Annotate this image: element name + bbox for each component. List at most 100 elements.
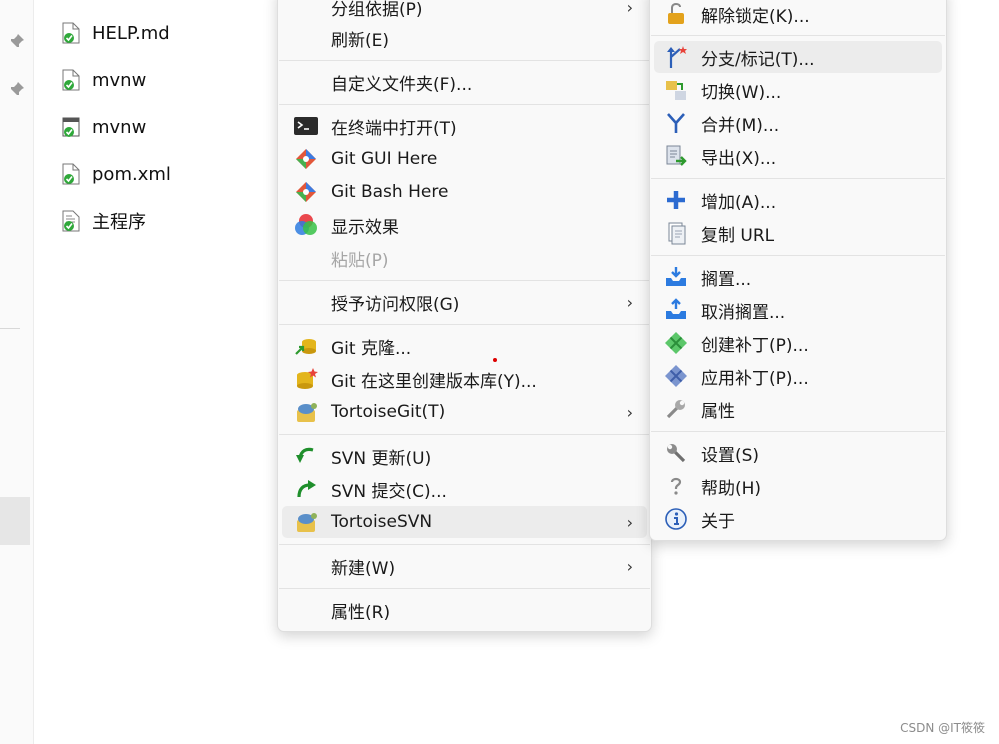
submenu-item-branch-tag[interactable]: 分支/标记(T)... [654, 41, 942, 73]
file-item[interactable]: mvnw [62, 67, 146, 93]
menu-item-label: SVN 更新(U) [331, 448, 432, 469]
help-icon [664, 474, 688, 498]
menu-item-git-clone[interactable]: Git 克隆... [282, 330, 647, 362]
file-icon [62, 69, 80, 91]
document-file-icon [62, 210, 80, 232]
menu-item-group-by[interactable]: 分组依据(P) › [282, 0, 647, 23]
copy-url-icon [664, 221, 688, 245]
menu-item-label: SVN 提交(C)... [331, 481, 447, 502]
menu-item-label: Git 在这里创建版本库(Y)... [331, 371, 537, 392]
menu-item-label: 分组依据(P) [331, 0, 423, 20]
menu-item-grant-access[interactable]: 授予访问权限(G) › [282, 286, 647, 318]
unlock-icon [664, 2, 688, 26]
submenu-item-create-patch[interactable]: 创建补丁(P)... [654, 327, 942, 359]
navigation-pane [0, 0, 34, 744]
git-clone-icon [294, 334, 318, 358]
submenu-item-add[interactable]: 增加(A)... [654, 184, 942, 216]
menu-item-display-effects[interactable]: 显示效果 [282, 209, 647, 241]
menu-separator [279, 324, 650, 325]
menu-item-label: 自定义文件夹(F)... [331, 74, 473, 95]
color-effects-icon [294, 213, 318, 237]
git-icon [294, 180, 318, 204]
file-item[interactable]: 主程序 [62, 208, 146, 234]
menu-separator [279, 588, 650, 589]
settings-wrench-icon [664, 441, 688, 465]
submenu-item-label: 合并(M)... [701, 115, 780, 136]
menu-item-customize-folder[interactable]: 自定义文件夹(F)... [282, 66, 647, 98]
menu-separator [279, 104, 650, 105]
file-name: pom.xml [92, 163, 171, 185]
menu-item-label: 授予访问权限(G) [331, 294, 460, 315]
file-item[interactable]: pom.xml [62, 161, 171, 187]
menu-item-label: TortoiseSVN [331, 512, 433, 532]
menu-item-tortoisegit[interactable]: TortoiseGit(T) › [282, 396, 647, 428]
menu-item-svn-update[interactable]: SVN 更新(U) [282, 440, 647, 472]
menu-item-git-gui[interactable]: Git GUI Here [282, 143, 647, 175]
menu-item-refresh[interactable]: 刷新(E) [282, 22, 647, 54]
merge-icon [664, 111, 688, 135]
file-name: 主程序 [92, 212, 146, 233]
menu-item-open-terminal[interactable]: 在终端中打开(T) [282, 110, 647, 142]
create-patch-icon [664, 331, 688, 355]
tortoisesvn-icon [294, 510, 318, 534]
submenu-item-about[interactable]: 关于 [654, 503, 942, 535]
menu-separator [651, 431, 945, 432]
submenu-item-settings[interactable]: 设置(S) [654, 437, 942, 469]
file-name: mvnw [92, 69, 147, 91]
menu-item-label: 粘贴(P) [331, 250, 389, 271]
submenu-item-apply-patch[interactable]: 应用补丁(P)... [654, 360, 942, 392]
submenu-item-unlock[interactable]: 解除锁定(K)... [654, 0, 942, 30]
menu-separator [279, 544, 650, 545]
submenu-item-export[interactable]: 导出(X)... [654, 140, 942, 172]
submenu-item-label: 搁置... [701, 269, 752, 290]
switch-icon [664, 78, 688, 102]
submenu-item-shelve[interactable]: 搁置... [654, 261, 942, 293]
menu-separator [279, 434, 650, 435]
chevron-right-icon: › [626, 512, 633, 532]
submenu-item-help[interactable]: 帮助(H) [654, 470, 942, 502]
menu-item-properties[interactable]: 属性(R) [282, 594, 647, 626]
submenu-item-label: 取消搁置... [701, 302, 786, 323]
menu-item-tortoisesvn[interactable]: TortoiseSVN › [282, 506, 647, 538]
file-name: HELP.md [92, 22, 170, 44]
submenu-item-properties[interactable]: 属性 [654, 393, 942, 425]
menu-item-new[interactable]: 新建(W) › [282, 550, 647, 582]
submenu-item-label: 解除锁定(K)... [701, 6, 810, 27]
submenu-item-switch[interactable]: 切换(W)... [654, 74, 942, 106]
about-info-icon [664, 507, 688, 531]
submenu-item-copy-url[interactable]: 复制 URL [654, 217, 942, 249]
menu-item-git-create-repo[interactable]: Git 在这里创建版本库(Y)... [282, 363, 647, 395]
chevron-right-icon: › [626, 292, 633, 312]
menu-item-paste[interactable]: 粘贴(P) [282, 242, 647, 274]
menu-item-git-bash[interactable]: Git Bash Here [282, 176, 647, 208]
git-create-repo-icon [294, 367, 318, 391]
export-icon [664, 144, 688, 168]
menu-item-label: 在终端中打开(T) [331, 118, 457, 139]
pin-icon[interactable] [9, 33, 25, 49]
submenu-item-label: 应用补丁(P)... [701, 368, 809, 389]
file-item[interactable]: HELP.md [62, 20, 170, 46]
submenu-item-label: 切换(W)... [701, 82, 782, 103]
submenu-item-unshelve[interactable]: 取消搁置... [654, 294, 942, 326]
markdown-file-icon [62, 22, 80, 44]
submenu-item-label: 创建补丁(P)... [701, 335, 809, 356]
shelve-icon [664, 265, 688, 289]
submenu-item-label: 导出(X)... [701, 148, 777, 169]
submenu-item-label: 增加(A)... [701, 192, 777, 213]
tortoisegit-icon [294, 400, 318, 424]
file-name: mvnw [92, 116, 147, 138]
submenu-item-label: 复制 URL [701, 225, 775, 246]
pin-icon[interactable] [9, 81, 25, 97]
svn-commit-icon [294, 477, 318, 501]
menu-separator [279, 280, 650, 281]
submenu-item-merge[interactable]: 合并(M)... [654, 107, 942, 139]
menu-item-svn-commit[interactable]: SVN 提交(C)... [282, 473, 647, 505]
submenu-item-label: 分支/标记(T)... [701, 49, 815, 70]
nav-selected-item[interactable] [0, 497, 30, 545]
menu-item-label: 属性(R) [331, 602, 391, 623]
menu-separator [651, 255, 945, 256]
watermark: CSDN @IT筱筱 [900, 721, 985, 735]
menu-item-label: Git 克隆... [331, 338, 412, 359]
file-item[interactable]: mvnw [62, 114, 146, 140]
tortoisesvn-submenu: 解除锁定(K)... 分支/标记(T)... 切换(W)... 合并(M)...… [649, 0, 947, 541]
